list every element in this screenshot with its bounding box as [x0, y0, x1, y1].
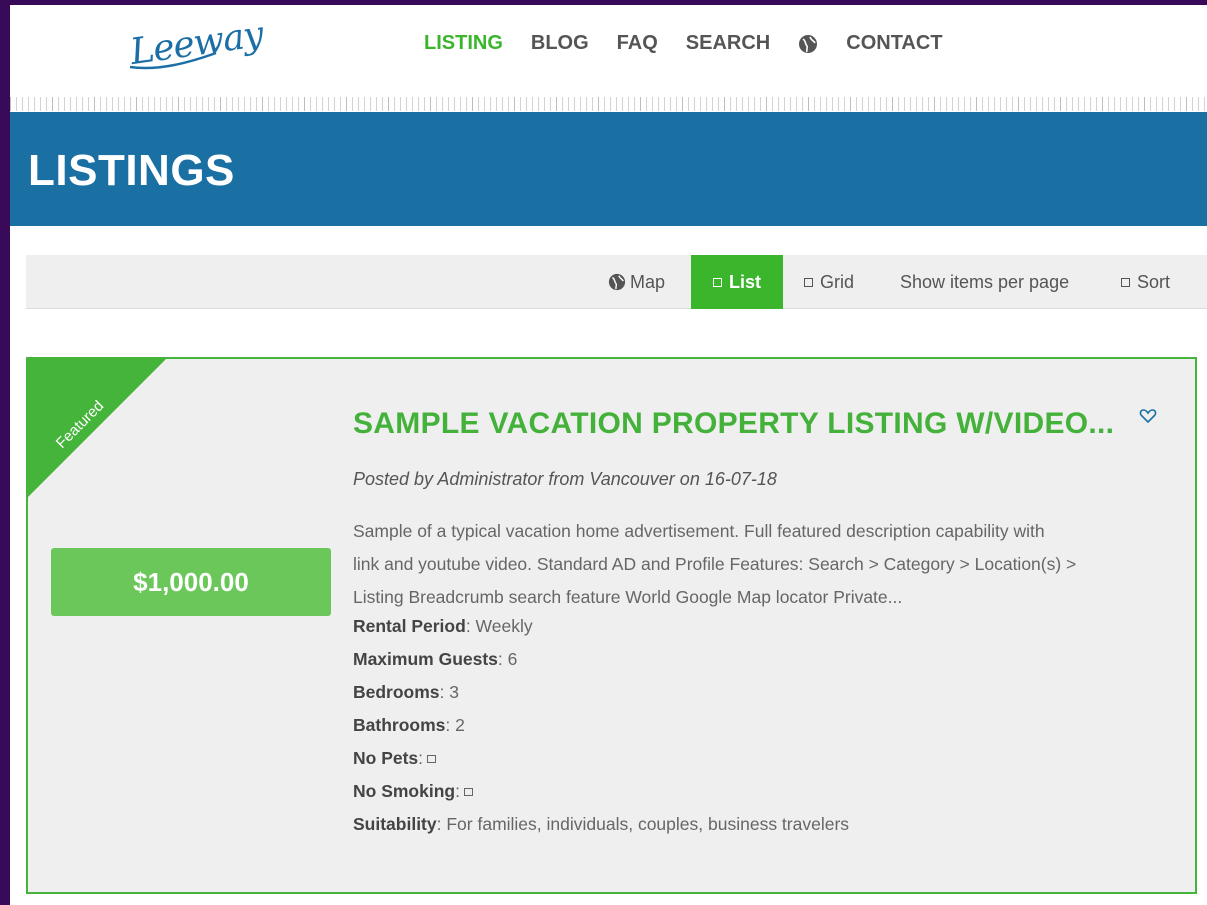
description-line: Listing Breadcrumb search feature World … — [353, 587, 903, 607]
spec-no-smoking: No Smoking: — [353, 781, 473, 802]
logo-swoosh-icon — [129, 51, 217, 70]
spec-label: Bathrooms — [353, 715, 446, 735]
description-line: link and youtube video. Standard AD and … — [353, 554, 1077, 574]
sort-icon — [1121, 277, 1130, 287]
spec-max-guests: Maximum Guests: 6 — [353, 649, 518, 669]
spec-suitability: Suitability: For families, individuals, … — [353, 814, 850, 834]
nav-contact[interactable]: CONTACT — [846, 32, 942, 55]
listing-card[interactable]: Featured $1,000.00 SAMPLE VACATION PROPE… — [26, 357, 1197, 894]
spec-label: No Pets — [353, 748, 419, 768]
spec-value: Weekly — [475, 616, 533, 636]
spec-rental-period: Rental Period: Weekly — [353, 616, 533, 636]
nav-listing[interactable]: LISTING — [424, 32, 503, 55]
page: Leeway LISTING BLOG FAQ SEARCH CONTACT L… — [10, 5, 1207, 905]
listing-title[interactable]: SAMPLE VACATION PROPERTY LISTING W/VIDEO… — [353, 407, 1114, 441]
globe-icon — [608, 273, 626, 291]
checkbox-icon — [463, 788, 473, 797]
page-title: LISTINGS — [28, 146, 235, 195]
sort-button[interactable]: Sort — [1121, 255, 1170, 309]
favorite-heart-icon[interactable] — [1139, 408, 1157, 424]
listing-description: Sample of a typical vacation home advert… — [353, 515, 1153, 614]
listing-toolbar: Map List Grid Show items per page Sort — [26, 255, 1207, 309]
description-line: Sample of a typical vacation home advert… — [353, 521, 1045, 541]
spec-bathrooms: Bathrooms: 2 — [353, 715, 465, 735]
spec-label: Suitability — [353, 814, 437, 834]
map-label: Map — [630, 271, 666, 292]
spec-label: No Smoking — [353, 781, 456, 801]
site-header: Leeway LISTING BLOG FAQ SEARCH CONTACT — [10, 5, 1207, 111]
globe-icon[interactable] — [798, 34, 818, 54]
list-label: List — [728, 271, 761, 292]
listing-price: $1,000.00 — [51, 548, 331, 616]
grid-view-button[interactable]: Grid — [804, 255, 854, 309]
header-ruler-divider — [10, 97, 1207, 111]
spec-label: Maximum Guests — [353, 649, 498, 669]
sort-label: Sort — [1137, 271, 1171, 292]
spec-value: 3 — [449, 682, 460, 702]
spec-value: For families, individuals, couples, busi… — [446, 814, 850, 834]
spec-no-pets: No Pets: — [353, 748, 437, 769]
spec-label: Bedrooms — [353, 682, 440, 702]
title-band: LISTINGS — [10, 112, 1207, 226]
main-nav: LISTING BLOG FAQ SEARCH CONTACT — [424, 32, 971, 55]
spec-label: Rental Period — [353, 616, 466, 636]
list-view-button[interactable]: List — [691, 255, 783, 309]
map-view-button[interactable]: Map — [608, 255, 665, 309]
grid-icon — [804, 277, 813, 287]
list-icon — [712, 277, 722, 287]
nav-search[interactable]: SEARCH — [686, 32, 770, 55]
spec-value: 2 — [455, 715, 465, 735]
spec-bedrooms: Bedrooms: 3 — [353, 682, 460, 702]
nav-faq[interactable]: FAQ — [617, 32, 658, 55]
spec-value: 6 — [507, 649, 518, 669]
posted-by: Posted by Administrator from Vancouver o… — [353, 469, 777, 489]
grid-label: Grid — [820, 271, 855, 292]
nav-blog[interactable]: BLOG — [531, 32, 589, 55]
featured-ribbon: Featured — [28, 359, 166, 497]
items-per-page-button[interactable]: Show items per page — [900, 255, 1069, 309]
checkbox-icon — [427, 755, 437, 764]
